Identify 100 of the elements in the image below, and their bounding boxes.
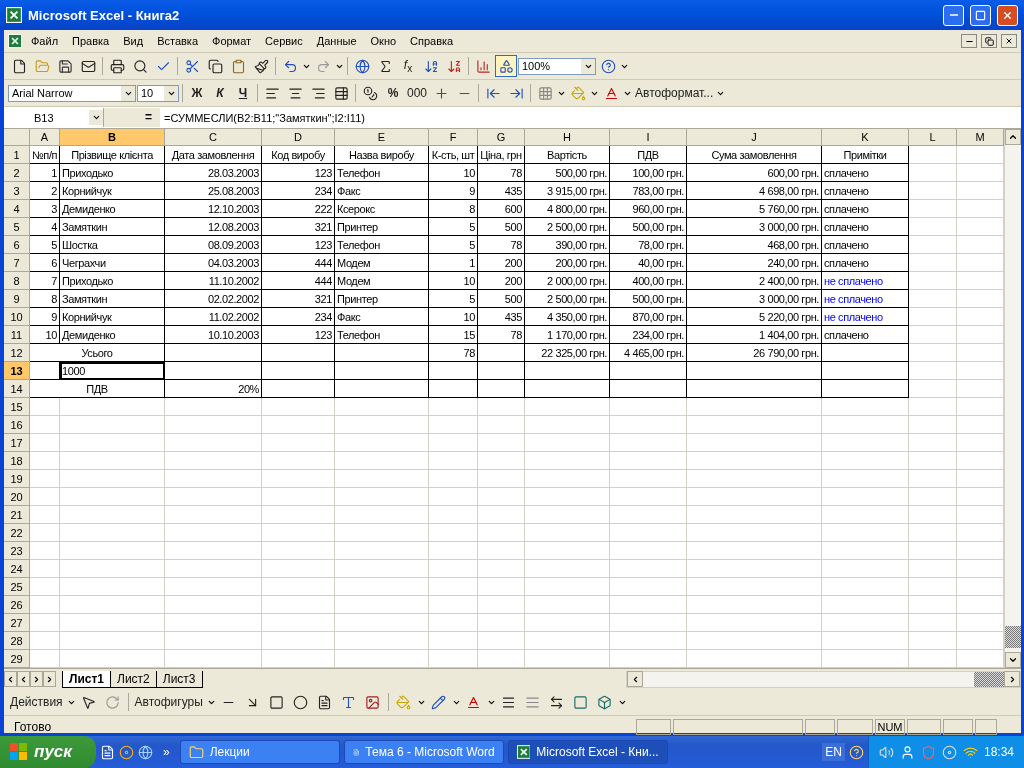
empty-cell[interactable]: [262, 362, 335, 380]
table-cell[interactable]: Сума замовлення: [687, 146, 822, 164]
table-cell[interactable]: 222: [262, 200, 335, 218]
table-cell[interactable]: 4: [30, 218, 60, 236]
table-cell[interactable]: не сплачено: [822, 272, 909, 290]
table-cell[interactable]: Вартість: [525, 146, 610, 164]
empty-cell[interactable]: [822, 344, 909, 362]
table-cell[interactable]: К-сть, шт: [429, 146, 478, 164]
scroll-down-icon[interactable]: [1008, 655, 1018, 665]
table-cell[interactable]: 12.08.2003: [165, 218, 262, 236]
empty-cell[interactable]: [822, 380, 909, 398]
table-cell[interactable]: 5: [429, 236, 478, 254]
autoshapes-button[interactable]: Автофигуры: [132, 691, 205, 713]
table-cell[interactable]: Усього: [30, 344, 165, 362]
row-header[interactable]: 14: [4, 380, 30, 398]
table-cell[interactable]: ПДВ: [30, 380, 165, 398]
table-cell[interactable]: 2 500,00 грн.: [525, 290, 610, 308]
font-size-field[interactable]: 10: [137, 84, 179, 102]
maximize-icon[interactable]: [975, 9, 986, 21]
thousands-button[interactable]: 000: [405, 82, 430, 104]
table-cell[interactable]: 11.02.2002: [165, 308, 262, 326]
table-cell[interactable]: №п/п: [30, 146, 60, 164]
row-header[interactable]: 20: [4, 488, 30, 506]
table-cell[interactable]: Принтер: [335, 218, 429, 236]
menu-item[interactable]: Справка: [405, 33, 459, 49]
table-cell[interactable]: 9: [30, 308, 60, 326]
empty-cell[interactable]: [262, 344, 335, 362]
select-all-corner[interactable]: [4, 129, 30, 146]
table-cell[interactable]: 3: [30, 200, 60, 218]
table-cell[interactable]: Ксерокс: [335, 200, 429, 218]
empty-cell[interactable]: [262, 380, 335, 398]
row-header[interactable]: 1: [4, 146, 30, 164]
wireless-icon[interactable]: [962, 744, 978, 760]
table-cell[interactable]: 5: [429, 290, 478, 308]
taskbar-button[interactable]: Лекции: [179, 740, 340, 764]
table-cell[interactable]: Факс: [335, 182, 429, 200]
table-cell[interactable]: 2: [30, 182, 60, 200]
row-header[interactable]: 9: [4, 290, 30, 308]
table-cell[interactable]: 15: [429, 326, 478, 344]
menu-item[interactable]: Файл: [26, 33, 64, 49]
table-cell[interactable]: 5: [30, 236, 60, 254]
row-header[interactable]: 26: [4, 596, 30, 614]
percent-button[interactable]: %: [382, 82, 404, 104]
row-header[interactable]: 22: [4, 524, 30, 542]
maximize-button[interactable]: [970, 4, 991, 26]
menu-item[interactable]: Сервис: [260, 33, 308, 49]
table-cell[interactable]: Демиденко: [60, 326, 165, 344]
table-cell[interactable]: 10: [429, 308, 478, 326]
zoom-field[interactable]: 100%: [518, 57, 596, 75]
table-cell[interactable]: 200: [478, 272, 525, 290]
table-cell[interactable]: Прізвище клієнта: [60, 146, 165, 164]
table-cell[interactable]: 468,00 грн.: [687, 236, 822, 254]
column-header[interactable]: M: [957, 129, 1004, 146]
table-cell[interactable]: 500: [478, 290, 525, 308]
row-header[interactable]: 8: [4, 272, 30, 290]
row-header[interactable]: 18: [4, 452, 30, 470]
empty-cell[interactable]: [525, 362, 610, 380]
vertical-scrollbar[interactable]: [1004, 129, 1021, 668]
table-cell[interactable]: Ціна, грн: [478, 146, 525, 164]
table-cell[interactable]: 7: [30, 272, 60, 290]
table-cell[interactable]: Замяткин: [60, 218, 165, 236]
column-header[interactable]: J: [687, 129, 822, 146]
table-cell[interactable]: 500,00 грн.: [525, 164, 610, 182]
table-cell[interactable]: 4 350,00 грн.: [525, 308, 610, 326]
browser-icon[interactable]: [138, 744, 153, 760]
taskbar-button[interactable]: Тема 6 - Microsoft Word: [343, 740, 504, 764]
disc-icon[interactable]: [941, 744, 957, 760]
empty-cell[interactable]: [525, 380, 610, 398]
table-cell[interactable]: Замяткин: [60, 290, 165, 308]
sheet-tab[interactable]: Лист3: [155, 670, 203, 688]
empty-cell[interactable]: [478, 380, 525, 398]
row-header[interactable]: 3: [4, 182, 30, 200]
table-cell[interactable]: 78: [478, 236, 525, 254]
table-cell[interactable]: Корнийчук: [60, 308, 165, 326]
empty-cell[interactable]: [687, 380, 822, 398]
table-cell[interactable]: сплачено: [822, 164, 909, 182]
table-cell[interactable]: 12.10.2003: [165, 200, 262, 218]
row-header[interactable]: 29: [4, 650, 30, 668]
table-cell[interactable]: 200: [478, 254, 525, 272]
table-cell[interactable]: 1: [30, 164, 60, 182]
table-cell[interactable]: 123: [262, 164, 335, 182]
table-cell[interactable]: сплачено: [822, 218, 909, 236]
table-cell[interactable]: Код виробу: [262, 146, 335, 164]
column-header[interactable]: A: [30, 129, 60, 146]
table-cell[interactable]: 400,00 грн.: [610, 272, 687, 290]
table-cell[interactable]: 1 170,00 грн.: [525, 326, 610, 344]
scroll-thumb[interactable]: [1005, 626, 1021, 648]
empty-cell[interactable]: [165, 344, 262, 362]
font-field[interactable]: Arial Narrow: [8, 84, 136, 102]
table-cell[interactable]: Назва виробу: [335, 146, 429, 164]
table-cell[interactable]: 26 790,00 грн.: [687, 344, 822, 362]
table-cell[interactable]: 04.03.2003: [165, 254, 262, 272]
table-cell[interactable]: 321: [262, 290, 335, 308]
table-cell[interactable]: 2 000,00 грн.: [525, 272, 610, 290]
table-cell[interactable]: 200,00 грн.: [525, 254, 610, 272]
table-cell[interactable]: 390,00 грн.: [525, 236, 610, 254]
column-header[interactable]: G: [478, 129, 525, 146]
table-cell[interactable]: 444: [262, 272, 335, 290]
table-cell[interactable]: 234: [262, 182, 335, 200]
table-cell[interactable]: 5 220,00 грн.: [687, 308, 822, 326]
